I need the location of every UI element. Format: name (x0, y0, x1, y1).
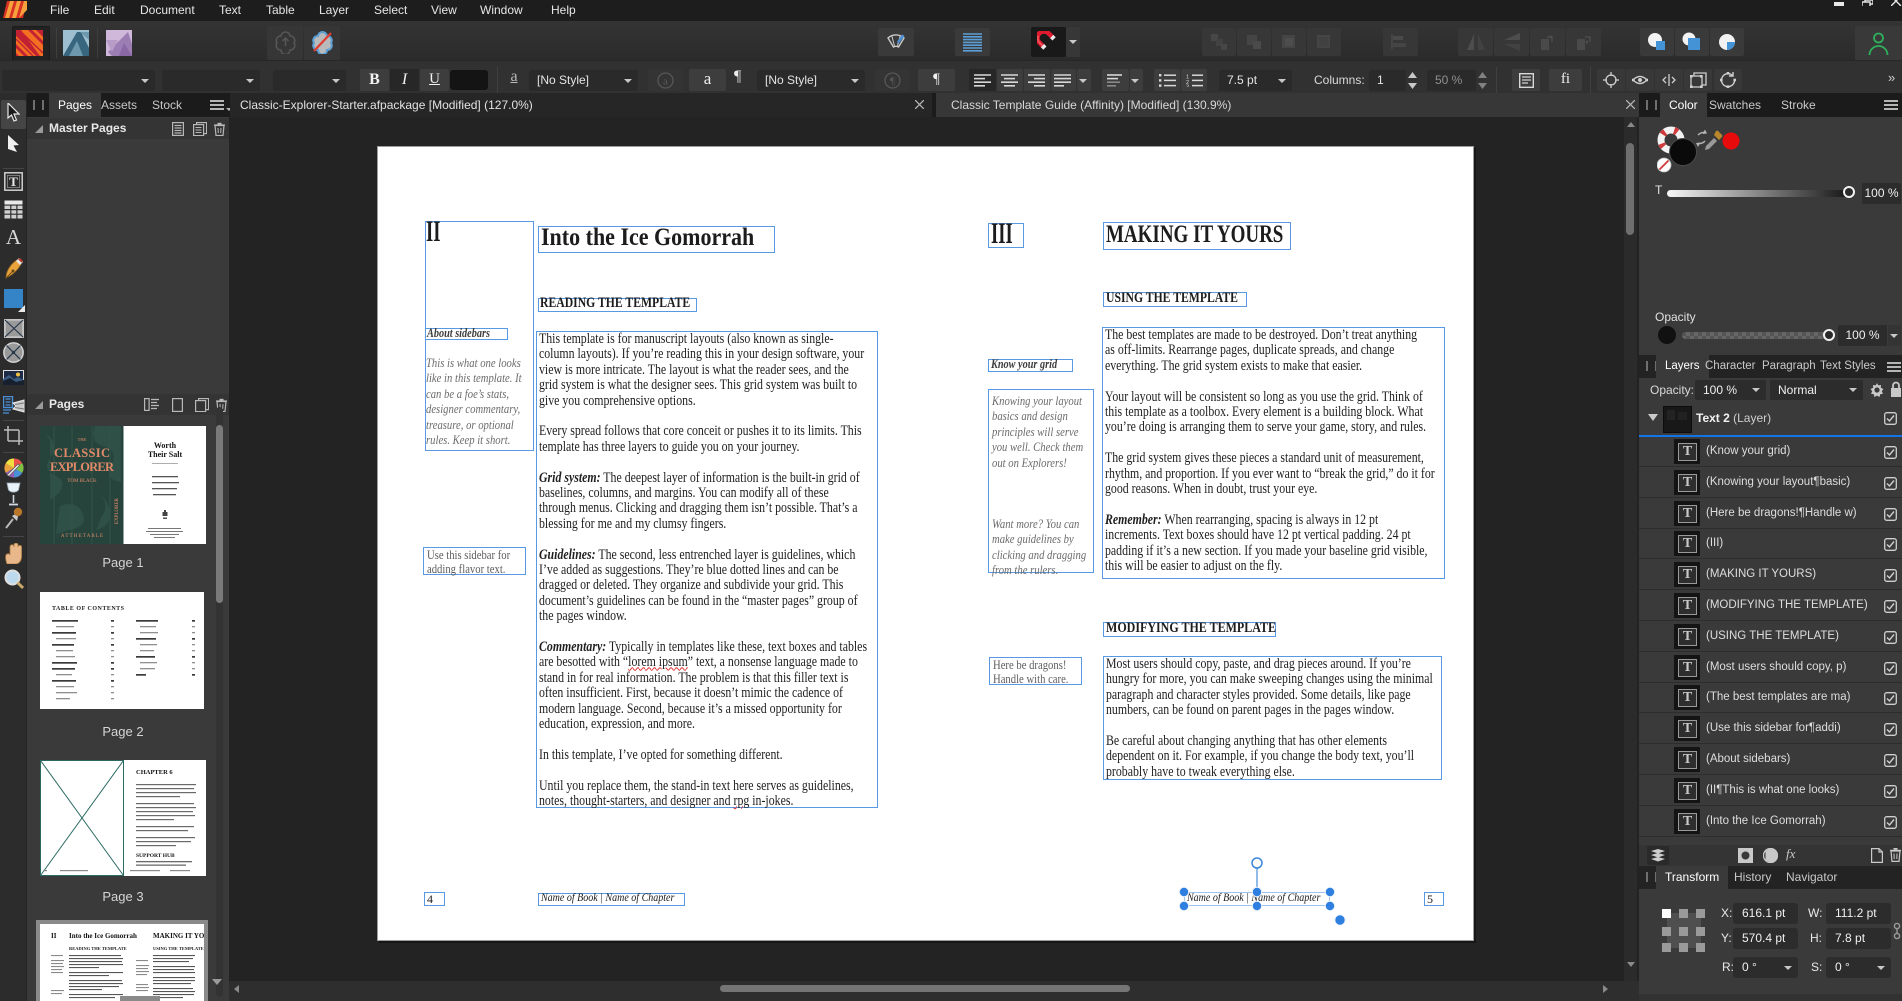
svg-text:Their Salt: Their Salt (148, 450, 183, 459)
svg-text:READING THE TEMPLATE: READING THE TEMPLATE (69, 946, 127, 951)
svg-text:A T T H E T A B L E: A T T H E T A B L E (61, 534, 103, 539)
svg-text:a: a (663, 76, 668, 88)
svg-text:MAKING IT YOURS: MAKING IT YOURS (153, 932, 204, 940)
svg-text:CHAPTER 6: CHAPTER 6 (136, 769, 173, 776)
svg-text:3: 3 (1186, 85, 1189, 88)
svg-text:TABLE OF CONTENTS: TABLE OF CONTENTS (52, 606, 125, 612)
svg-text:CLASSIC: CLASSIC (54, 446, 110, 460)
svg-text:THE: THE (78, 437, 87, 442)
svg-text:USING THE TEMPLATE: USING THE TEMPLATE (153, 946, 204, 951)
svg-text:Worth: Worth (154, 441, 177, 450)
svg-text:II: II (51, 932, 57, 940)
svg-text:¶: ¶ (890, 76, 895, 88)
svg-text:Into the Ice Gomorrah: Into the Ice Gomorrah (69, 932, 137, 940)
svg-text:TOM BLACK: TOM BLACK (67, 479, 97, 484)
svg-text:EXPLORER: EXPLORER (115, 498, 120, 525)
svg-text:SUPPORT HUB: SUPPORT HUB (136, 853, 175, 859)
svg-text:EXPLORER: EXPLORER (50, 460, 115, 474)
svg-text:T: T (9, 174, 18, 189)
